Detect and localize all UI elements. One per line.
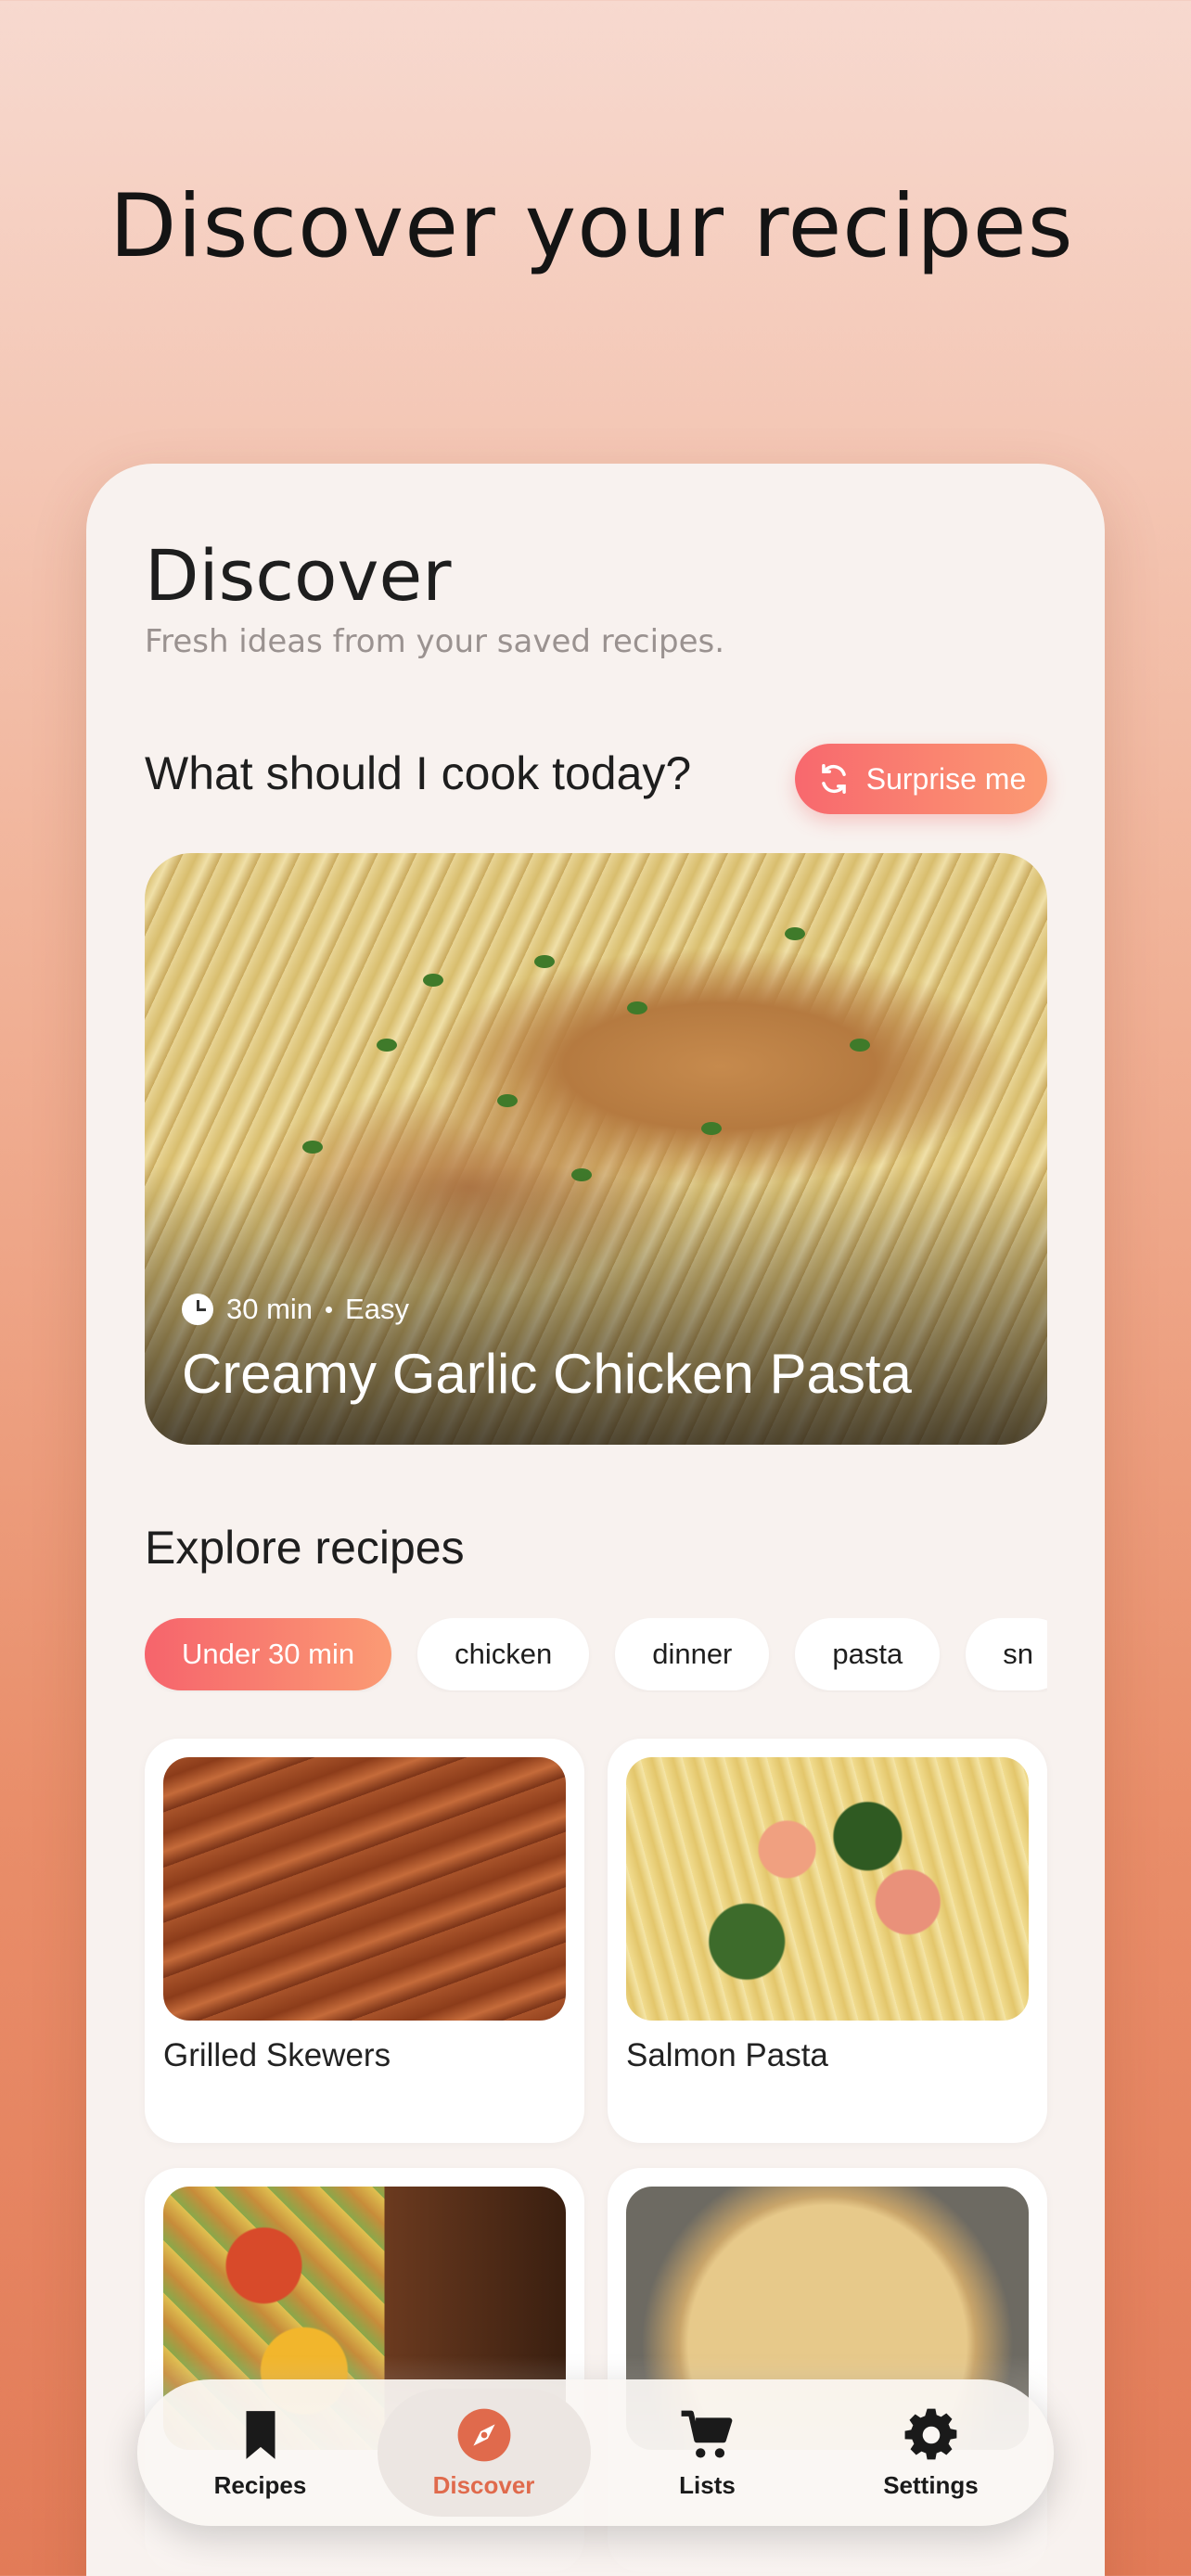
featured-difficulty: Easy (345, 1293, 409, 1325)
discover-card: Discover Fresh ideas from your saved rec… (86, 464, 1105, 2576)
recipe-card[interactable]: Salmon Pasta (608, 1739, 1047, 2143)
cook-today-heading: What should I cook today? (145, 747, 692, 799)
tab-discover[interactable]: Discover (377, 2389, 591, 2517)
recipe-image (626, 1757, 1029, 2021)
surprise-me-button[interactable]: Surprise me (795, 744, 1047, 814)
recipe-image (163, 1757, 566, 2021)
page-subtitle: Fresh ideas from your saved recipes. (145, 623, 725, 660)
surprise-me-label: Surprise me (865, 761, 1027, 796)
tab-label: Settings (883, 2470, 979, 2499)
clock-icon (182, 1294, 213, 1325)
chip-snacks[interactable]: sn (966, 1618, 1047, 1690)
featured-time: 30 min (226, 1293, 314, 1325)
tab-label: Discover (432, 2470, 535, 2499)
explore-heading: Explore recipes (145, 1522, 465, 1574)
chip-dinner[interactable]: dinner (615, 1618, 770, 1690)
refresh-icon (821, 764, 846, 794)
tab-lists[interactable]: Lists (601, 2389, 814, 2517)
tab-settings[interactable]: Settings (825, 2389, 1038, 2517)
hero-title: Discover your recipes (109, 176, 1074, 277)
chip-chicken[interactable]: chicken (417, 1618, 590, 1690)
tab-label: Recipes (213, 2470, 307, 2499)
chip-under-30-min[interactable]: Under 30 min (145, 1618, 392, 1690)
gear-icon (904, 2408, 956, 2459)
featured-recipe-title: Creamy Garlic Chicken Pasta (182, 1343, 912, 1405)
page-title: Discover (145, 534, 452, 617)
compass-icon (457, 2408, 510, 2461)
recipe-name: Salmon Pasta (626, 2037, 828, 2073)
cart-icon (681, 2410, 732, 2458)
chip-pasta[interactable]: pasta (795, 1618, 941, 1690)
bookmark-icon (246, 2410, 275, 2459)
featured-recipe-meta: 30 min Easy (182, 1293, 409, 1326)
recipe-card[interactable]: Grilled Skewers (145, 1739, 584, 2143)
recipe-name: Grilled Skewers (163, 2037, 391, 2073)
separator-dot (326, 1306, 333, 1313)
tab-bar: Recipes Discover Lists Settings (137, 2379, 1054, 2526)
tab-recipes[interactable]: Recipes (154, 2389, 367, 2517)
filter-chips: Under 30 min chicken dinner pasta sn (145, 1618, 1047, 1692)
tab-label: Lists (679, 2470, 736, 2499)
featured-recipe-card[interactable]: 30 min Easy Creamy Garlic Chicken Pasta (145, 853, 1047, 1445)
